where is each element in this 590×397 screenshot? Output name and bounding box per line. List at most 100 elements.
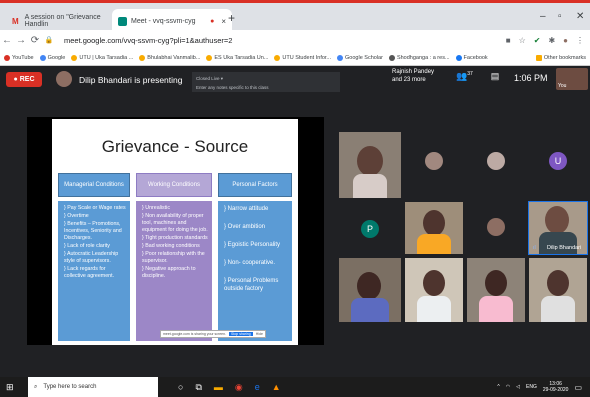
list-item: } Non availability of proper tool, machi… <box>142 213 208 233</box>
list-item: } Narrow attitude <box>224 206 269 212</box>
participant-tile[interactable] <box>405 132 463 198</box>
stop-sharing-button[interactable]: Stop sharing <box>229 332 253 336</box>
volume-icon[interactable]: ◁ <box>516 384 520 390</box>
recording-dot-icon: ● <box>210 17 215 25</box>
list-item: } Lack regards for collective agreement. <box>64 266 115 279</box>
participant-tile[interactable] <box>467 202 525 254</box>
list-item: } Non- cooperative. <box>224 260 276 266</box>
slide-header-working: Working Conditions <box>136 173 212 197</box>
audio-level-icon: ıl <box>533 245 536 251</box>
maximize-button[interactable]: ▫ <box>558 11 562 22</box>
file-explorer-icon[interactable]: ▬ <box>214 382 223 393</box>
bookmark-bhulabhai[interactable]: Bhulabhai Vanmalib... <box>139 54 200 61</box>
presenter-avatar <box>56 71 72 87</box>
bookmark-scholar[interactable]: Google Scholar <box>337 54 383 61</box>
search-icon: ⌕ <box>34 383 38 390</box>
slide-column-managerial: } Pay Scale or Wage rates } Overtime } B… <box>58 201 130 341</box>
bookmark-utu-student[interactable]: UTU Student Infor... <box>274 54 331 61</box>
rec-badge: ● REC <box>6 72 42 87</box>
new-tab-button[interactable]: + <box>228 11 235 25</box>
meet-icon <box>118 16 127 26</box>
windows-taskbar: ⊞ ⌕ Type here to search ○ ⧉ ▬ ◉ e ▲ ^ ◠ … <box>0 377 590 397</box>
participant-name: Dilip Bhandari <box>547 245 582 251</box>
minimize-button[interactable]: – <box>540 11 546 22</box>
bookmark-google[interactable]: Google <box>39 54 65 61</box>
popup-line: Closed Live ▾ <box>196 76 224 81</box>
self-view[interactable]: You <box>556 68 588 90</box>
participant-tile[interactable] <box>467 258 525 322</box>
tab-label: A session on "Grievance Handlin <box>24 14 101 28</box>
slide-header-personal: Personal Factors <box>218 173 292 197</box>
gmail-icon: M <box>12 16 19 26</box>
check-extension-icon[interactable]: ✔ <box>534 36 541 45</box>
vlc-icon[interactable]: ▲ <box>272 382 281 393</box>
bookmark-es-uka[interactable]: ES Uka Tarsadia Un... <box>206 54 268 61</box>
list-item: } Poor relationship with the supervisor. <box>142 251 205 264</box>
screen-share-bar: meet.google.com is sharing your screen. … <box>160 330 266 338</box>
avatar: U <box>549 152 567 170</box>
system-tray: ^ ◠ ◁ ENG 13:06 29-09-2020 ▭ <box>497 381 590 393</box>
list-item: } Egoistic Personality <box>224 242 281 248</box>
participant-tile-presenter[interactable]: ıl Dilip Bhandari <box>528 201 588 255</box>
close-tab-icon[interactable]: × <box>221 17 226 26</box>
slide-header-managerial: Managerial Conditions <box>58 173 130 197</box>
participant-tile[interactable] <box>405 202 463 254</box>
chrome-icon[interactable]: ◉ <box>235 382 243 393</box>
taskbar-search[interactable]: ⌕ Type here to search <box>28 377 158 397</box>
people-icon[interactable]: 👥37 <box>456 71 473 82</box>
list-item: } Unrealistic <box>142 205 170 211</box>
notification-icon[interactable]: ▭ <box>574 383 582 392</box>
task-view-icon[interactable]: ⧉ <box>195 382 201 393</box>
rec-dot-icon: ● <box>13 76 18 83</box>
network-icon[interactable]: ◠ <box>506 384 510 390</box>
bookmark-youtube[interactable]: YouTube <box>4 54 34 61</box>
star-icon[interactable]: ☆ <box>519 36 526 45</box>
bookmark-utu[interactable]: UTU | Uka Tarsadia ... <box>71 54 133 61</box>
tab-label: Meet - vvq-ssvm-cyg <box>131 17 196 25</box>
participant-tile[interactable]: U <box>529 132 587 198</box>
list-item: } Over ambition <box>224 224 266 230</box>
participant-tile[interactable] <box>405 258 463 322</box>
forward-icon[interactable]: → <box>14 35 28 46</box>
meeting-time: 1:06 PM <box>514 73 548 83</box>
avatar <box>425 152 443 170</box>
list-item: } Autocratic Leadership style of supervi… <box>64 251 119 264</box>
participant-tile[interactable] <box>339 132 401 198</box>
bookmark-shodhganga[interactable]: Shodhganga : a res... <box>388 54 450 61</box>
list-item: } Lack of role clarity <box>64 243 110 249</box>
cortana-icon[interactable]: ○ <box>178 382 183 393</box>
list-item: } Benefits – Promotions, Incentives, Sen… <box>64 221 122 241</box>
list-item: } Bad working conditions <box>142 243 200 249</box>
bookmark-other[interactable]: Other bookmarks <box>535 54 590 61</box>
meeting-stage: Grievance - Source Managerial Conditions… <box>0 92 590 372</box>
profile-icon[interactable]: ● <box>563 36 568 45</box>
menu-icon[interactable]: ⋮ <box>576 36 584 45</box>
participant-tile[interactable] <box>339 258 401 322</box>
participant-tile[interactable] <box>467 132 525 198</box>
edge-icon[interactable]: e <box>255 382 260 393</box>
taskbar-clock[interactable]: 13:06 29-09-2020 <box>543 381 569 393</box>
bookmark-facebook[interactable]: Facebook <box>455 54 488 61</box>
list-item: } Tight production standards <box>142 235 208 241</box>
puzzle-icon[interactable]: ✱ <box>548 36 555 45</box>
participants-info: Rajnish Pandey and 23 more <box>392 69 435 83</box>
close-window-button[interactable]: ✕ <box>576 11 584 22</box>
hide-button[interactable]: Hide <box>256 332 263 336</box>
address-bar: ← → ⟳ 🔒 meet.google.com/vvq-ssvm-cyg?pli… <box>0 30 590 50</box>
avatar <box>487 152 505 170</box>
presentation-area: Grievance - Source Managerial Conditions… <box>27 117 324 345</box>
windows-start-icon[interactable]: ⊞ <box>6 382 18 393</box>
reload-icon[interactable]: ⟳ <box>28 35 42 46</box>
presenting-text: Dilip Bhandari is presenting <box>79 75 183 85</box>
back-icon[interactable]: ← <box>0 35 14 46</box>
chat-icon[interactable]: ▤ <box>491 71 500 82</box>
url-field[interactable]: meet.google.com/vvq-ssvm-cyg?pli=1&authu… <box>64 36 232 45</box>
participant-tile[interactable] <box>529 258 587 322</box>
popup-line: Enter any notes specific to this class <box>196 85 269 90</box>
tray-chevron-icon[interactable]: ^ <box>497 384 499 390</box>
language-indicator[interactable]: ENG <box>526 384 537 390</box>
list-item: } Negative approach to discipline. <box>142 266 196 279</box>
camera-icon[interactable]: ■ <box>506 36 511 45</box>
avatar <box>487 218 505 236</box>
participant-tile[interactable]: P <box>339 202 401 254</box>
